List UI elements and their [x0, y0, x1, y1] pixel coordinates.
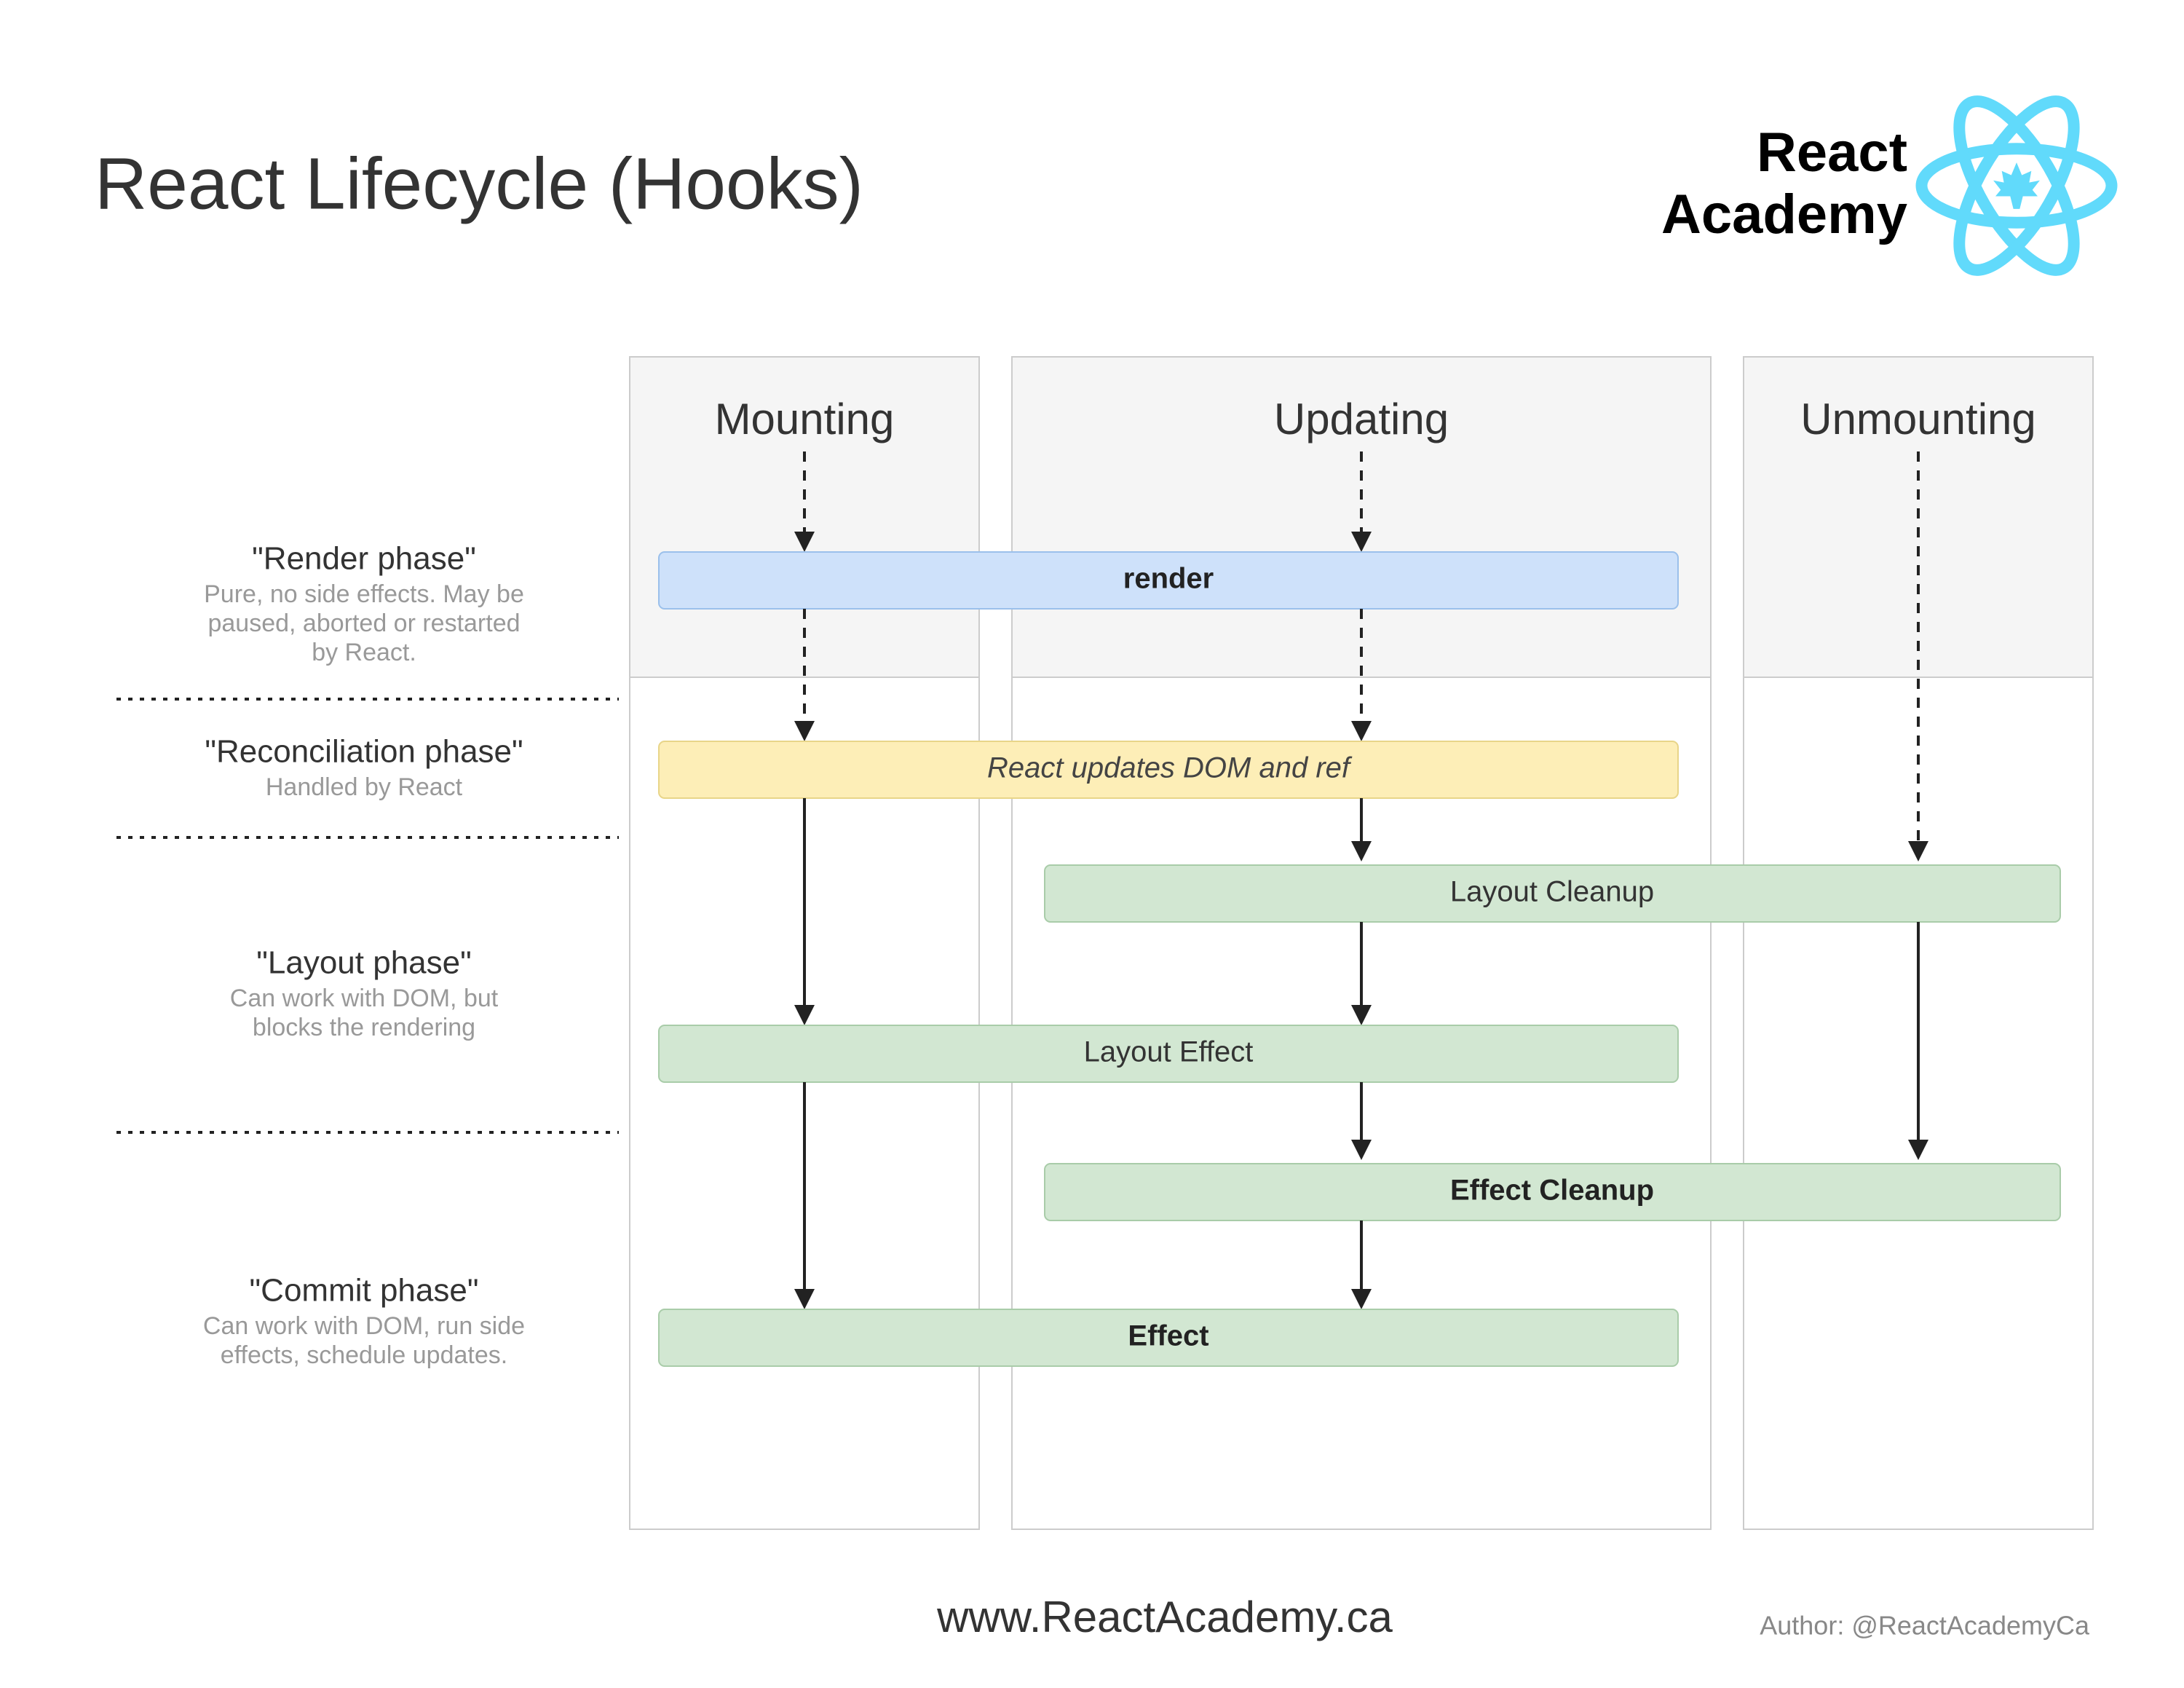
col-unmounting-header: Unmounting [1800, 395, 2036, 443]
col-mounting-header: Mounting [715, 395, 895, 443]
phase-render-desc-2: by React. [312, 639, 416, 666]
box-dom-update-label: React updates DOM and ref [987, 752, 1353, 784]
phase-render-desc-1: paused, aborted or restarted [207, 610, 520, 637]
phase-layout-desc-0: Can work with DOM, but [230, 985, 499, 1012]
footer-url: www.ReactAcademy.ca [936, 1593, 1393, 1641]
footer-author: Author: @ReactAcademyCa [1760, 1611, 2090, 1641]
box-effect-label: Effect [1128, 1320, 1208, 1352]
react-lifecycle-diagram: React Lifecycle (Hooks) React Academy Mo… [0, 0, 2184, 1688]
phase-render-desc-0: Pure, no side effects. May be [204, 580, 524, 608]
phase-reconcile-title: "Reconciliation phase" [205, 734, 523, 770]
phase-labels: "Render phase" Pure, no side effects. Ma… [203, 541, 525, 1369]
phase-commit-desc-1: effects, schedule updates. [221, 1341, 507, 1369]
brand-line-2: Academy [1661, 184, 1907, 245]
col-updating-header: Updating [1274, 395, 1449, 443]
phase-render-title: "Render phase" [252, 541, 476, 577]
box-layout-effect-label: Layout Effect [1084, 1036, 1254, 1068]
box-render-label: render [1123, 563, 1214, 595]
brand-block: React Academy [1661, 85, 2111, 287]
box-effect-cleanup-label: Effect Cleanup [1450, 1175, 1654, 1207]
page-title: React Lifecycle (Hooks) [95, 143, 863, 224]
phase-layout-desc-1: blocks the rendering [253, 1014, 475, 1041]
box-layout-cleanup-label: Layout Cleanup [1450, 876, 1654, 908]
phase-commit-desc-0: Can work with DOM, run side [203, 1312, 525, 1340]
phase-reconcile-desc-0: Handled by React [266, 773, 463, 801]
react-atom-icon [1922, 85, 2112, 287]
brand-line-1: React [1757, 122, 1907, 184]
phase-commit-title: "Commit phase" [250, 1273, 479, 1309]
phase-layout-title: "Layout phase" [256, 945, 471, 981]
